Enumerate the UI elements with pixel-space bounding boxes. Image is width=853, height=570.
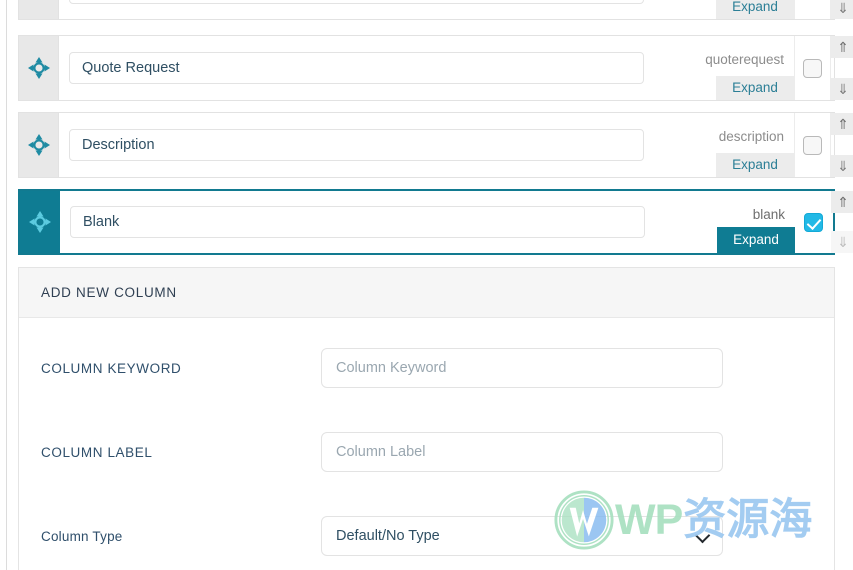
move-up-icon[interactable]: ⇑ <box>831 113 853 135</box>
expand-button[interactable]: Expand <box>716 0 794 19</box>
move-arrows-icon <box>29 211 51 233</box>
row-checkbox-cell <box>794 36 830 100</box>
move-arrows-icon <box>27 57 50 79</box>
add-new-column-header: ADD NEW COLUMN <box>19 268 834 318</box>
field-row-column-label: COLUMN LABEL <box>19 424 836 480</box>
row-checkbox-cell <box>795 191 831 253</box>
move-arrows-icon <box>27 134 50 156</box>
column-label-label: COLUMN LABEL <box>41 444 153 460</box>
move-up-icon[interactable]: ⇑ <box>831 191 853 213</box>
row-reorder-arrows: ⇑ ⇓ <box>830 113 853 177</box>
panel-title: ADD NEW COLUMN <box>41 285 177 300</box>
column-keyword-label: COLUMN KEYWORD <box>41 360 182 376</box>
move-up-icon[interactable]: ⇑ <box>831 36 853 58</box>
table-row[interactable]: description Expand ⇑ ⇓ <box>18 112 853 178</box>
row-meta: quoterequest Expand <box>644 36 794 100</box>
expand-button[interactable]: Expand <box>716 76 794 100</box>
column-enabled-checkbox[interactable] <box>803 58 822 78</box>
row-body <box>59 36 644 100</box>
move-down-icon[interactable]: ⇓ <box>831 78 853 100</box>
row-reorder-arrows: ⇑ ⇓ <box>831 191 853 253</box>
column-keyword-text: quoterequest <box>705 52 784 67</box>
table-row[interactable]: quoterequest Expand ⇑ ⇓ <box>18 35 853 101</box>
column-type-control: Default/No Type <box>321 516 723 556</box>
column-label-control <box>321 432 723 472</box>
column-enabled-checkbox[interactable] <box>803 212 823 232</box>
move-down-icon[interactable]: ⇓ <box>831 231 853 253</box>
column-title-input[interactable] <box>69 129 644 161</box>
table-row[interactable]: Expand ⇑ ⇓ <box>18 0 853 20</box>
column-keyword-text: description <box>718 129 784 144</box>
column-title-input[interactable] <box>69 52 644 84</box>
column-type-select[interactable]: Default/No Type <box>321 516 723 556</box>
move-arrows-icon <box>26 0 52 1</box>
column-type-label: Column Type <box>41 528 123 544</box>
row-reorder-arrows: ⇑ ⇓ <box>830 0 853 19</box>
expand-button[interactable]: Expand <box>716 153 794 177</box>
move-down-icon[interactable]: ⇓ <box>831 0 853 19</box>
row-body <box>60 191 645 253</box>
field-row-column-keyword: COLUMN KEYWORD <box>19 340 836 396</box>
row-checkbox-cell <box>794 0 830 19</box>
chevron-down-icon <box>694 527 711 544</box>
row-meta: blank Expand <box>645 191 795 253</box>
row-body <box>59 113 644 177</box>
row-body <box>59 0 644 19</box>
row-reorder-arrows: ⇑ ⇓ <box>830 36 853 100</box>
add-new-column-panel: ADD NEW COLUMN COLUMN KEYWORD COLUMN LAB… <box>18 267 835 570</box>
row-meta: description Expand <box>644 113 794 177</box>
column-title-input[interactable] <box>69 0 644 4</box>
column-keyword-input[interactable] <box>321 348 723 388</box>
column-keyword-text: blank <box>752 207 785 222</box>
column-enabled-checkbox[interactable] <box>803 135 822 155</box>
move-down-icon[interactable]: ⇓ <box>831 155 853 177</box>
drag-handle[interactable] <box>20 191 60 253</box>
field-row-column-type: Column Type Default/No Type <box>19 508 836 564</box>
column-title-input[interactable] <box>70 206 645 238</box>
expand-button[interactable]: Expand <box>717 227 795 253</box>
column-label-input[interactable] <box>321 432 723 472</box>
row-meta: Expand <box>644 0 794 19</box>
drag-handle[interactable] <box>19 36 59 100</box>
row-checkbox-cell <box>794 113 830 177</box>
column-type-selected-value: Default/No Type <box>336 528 440 544</box>
column-manager-screen: Expand ⇑ ⇓ quoterequest <box>0 0 853 570</box>
drag-handle[interactable] <box>19 0 59 19</box>
table-row-active[interactable]: blank Expand ⇑ ⇓ <box>18 189 853 255</box>
drag-handle[interactable] <box>19 113 59 177</box>
column-keyword-control <box>321 348 723 388</box>
